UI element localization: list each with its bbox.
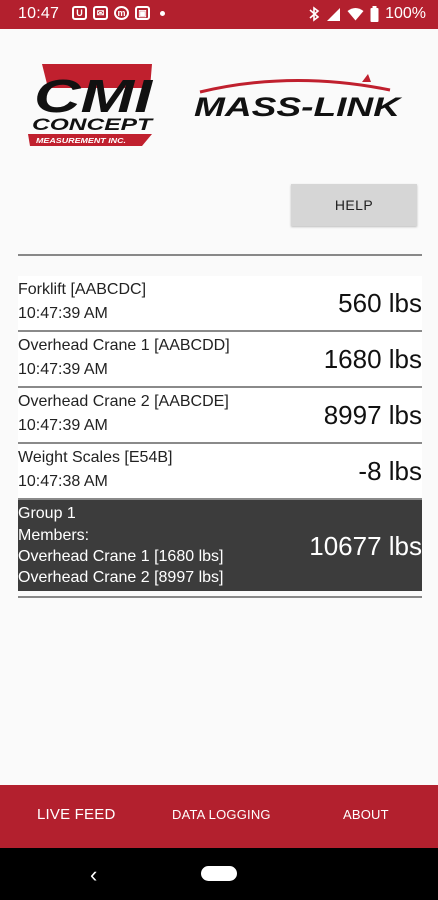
weight-value: 560 lbs bbox=[338, 288, 422, 318]
feed-row[interactable]: Forklift [AABCDC] 10:47:39 AM 560 lbs bbox=[18, 276, 422, 332]
reading-time: 10:47:38 AM bbox=[18, 473, 108, 490]
wifi-icon bbox=[347, 8, 364, 21]
help-button[interactable]: HELP bbox=[291, 184, 417, 226]
feed-row[interactable]: Overhead Crane 2 [AABCDE] 10:47:39 AM 89… bbox=[18, 388, 422, 444]
status-time: 10:47 bbox=[18, 5, 60, 22]
feed-row[interactable]: Overhead Crane 1 [AABCDD] 10:47:39 AM 16… bbox=[18, 332, 422, 388]
tab-about[interactable]: ABOUT bbox=[343, 807, 389, 822]
cmi-concept-logo: CMI CONCEPT MEASUREMENT INC. bbox=[28, 62, 160, 148]
signal-icon bbox=[327, 7, 341, 21]
back-icon[interactable]: ‹ bbox=[90, 862, 97, 888]
photo-notification-icon: ▣ bbox=[135, 6, 150, 20]
feed-row[interactable]: Weight Scales [E54B] 10:47:38 AM -8 lbs bbox=[18, 444, 422, 500]
mass-link-text: MASS-LINK bbox=[194, 92, 403, 122]
battery-icon bbox=[370, 6, 379, 22]
more-notifications-icon bbox=[160, 10, 165, 16]
home-pill-icon[interactable] bbox=[201, 866, 237, 881]
mass-link-logo: MASS-LINK bbox=[192, 72, 404, 130]
bluetooth-icon bbox=[309, 6, 320, 22]
group-members-label: Members: bbox=[18, 527, 90, 544]
tab-data-logging[interactable]: DATA LOGGING bbox=[172, 807, 271, 822]
messenger-notification-icon: m bbox=[114, 6, 129, 20]
battery-percent: 100% bbox=[385, 5, 426, 22]
bottom-divider bbox=[18, 596, 422, 598]
group-row[interactable]: Group 1 Members: Overhead Crane 1 [1680 … bbox=[18, 500, 422, 591]
reading-time: 10:47:39 AM bbox=[18, 361, 108, 378]
weight-value: -8 lbs bbox=[358, 456, 422, 486]
mail-notification-icon: ✉ bbox=[93, 6, 108, 20]
device-name: Overhead Crane 1 [AABCDD] bbox=[18, 337, 230, 354]
device-name: Weight Scales [E54B] bbox=[18, 449, 173, 466]
reading-time: 10:47:39 AM bbox=[18, 305, 108, 322]
device-name: Forklift [AABCDC] bbox=[18, 281, 147, 298]
u-app-notification-icon: U bbox=[72, 6, 87, 20]
cmi-concept-text: CONCEPT bbox=[32, 115, 154, 134]
status-bar: 10:47 U ✉ m ▣ 100% bbox=[0, 0, 438, 29]
notification-icons: U ✉ m ▣ bbox=[72, 6, 165, 20]
group-member: Overhead Crane 2 [8997 lbs] bbox=[18, 569, 224, 586]
weight-value: 1680 lbs bbox=[323, 344, 422, 374]
top-divider bbox=[18, 254, 422, 256]
live-feed-list: Forklift [AABCDC] 10:47:39 AM 560 lbs Ov… bbox=[18, 276, 422, 591]
weight-value: 8997 lbs bbox=[323, 400, 422, 430]
reading-time: 10:47:39 AM bbox=[18, 417, 108, 434]
group-title: Group 1 bbox=[18, 505, 76, 522]
group-member: Overhead Crane 1 [1680 lbs] bbox=[18, 548, 224, 565]
cmi-sub-text: MEASUREMENT INC. bbox=[36, 138, 126, 145]
group-weight-value: 10677 lbs bbox=[309, 531, 422, 561]
device-name: Overhead Crane 2 [AABCDE] bbox=[18, 393, 229, 410]
bottom-navigation: LIVE FEED DATA LOGGING ABOUT bbox=[0, 785, 438, 848]
system-navigation-bar: ‹ bbox=[0, 848, 438, 900]
tab-live-feed[interactable]: LIVE FEED bbox=[37, 806, 116, 823]
status-right: 100% bbox=[309, 5, 426, 23]
